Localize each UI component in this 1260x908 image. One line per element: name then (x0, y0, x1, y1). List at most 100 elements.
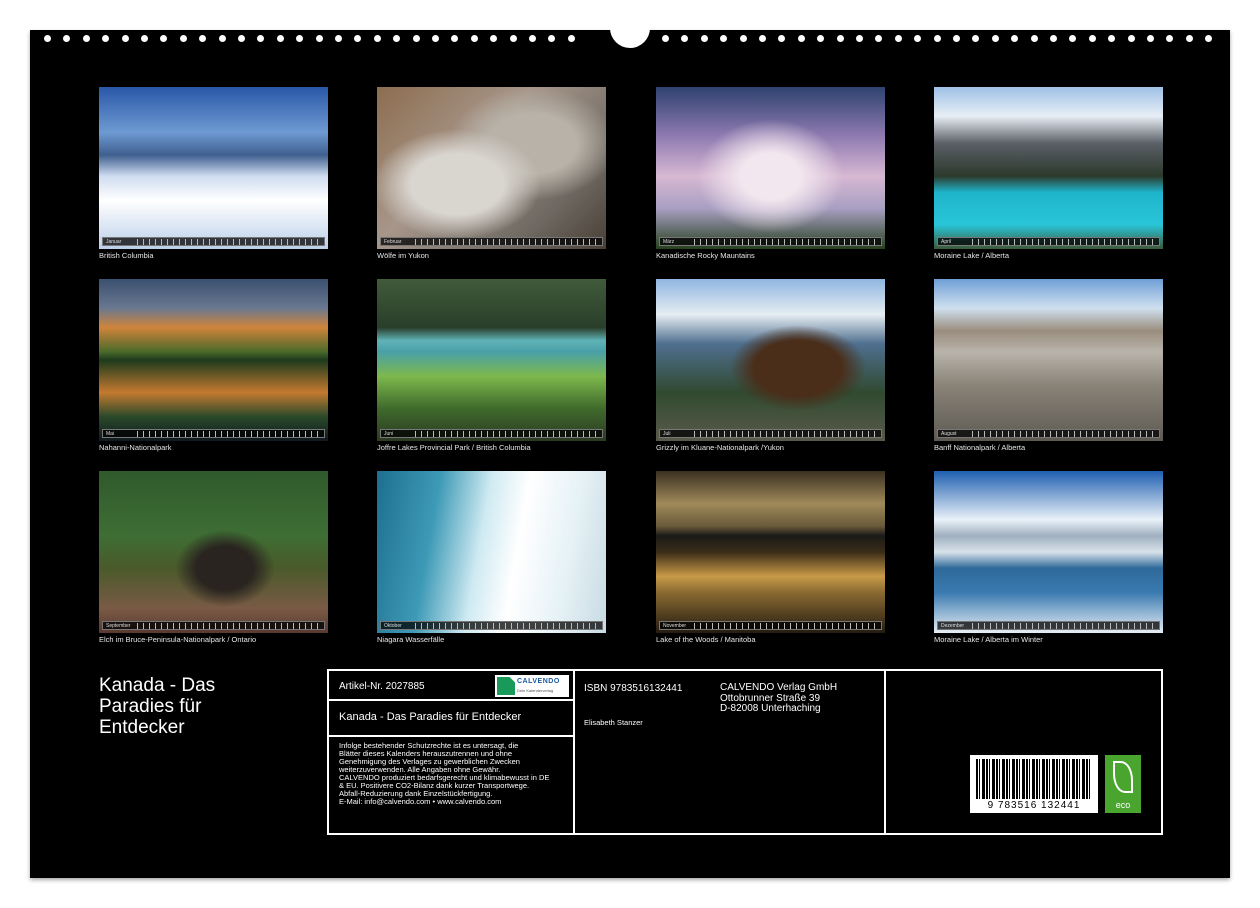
binding-hole (934, 35, 941, 42)
day-ticks (137, 239, 322, 245)
month-label: Dezember (941, 623, 965, 629)
photo-caption: Moraine Lake / Alberta im Winter (934, 635, 1043, 644)
panel-divider (329, 735, 573, 737)
barcode-bars (976, 759, 1092, 799)
binding-hole (122, 35, 129, 42)
panel-divider (573, 671, 575, 833)
photo-grizzly-bear: Juli (656, 279, 885, 441)
day-ticks (972, 239, 1157, 245)
month-strip: November (659, 621, 882, 630)
photo-green-lake: Juni (377, 279, 606, 441)
binding-hole (1147, 35, 1154, 42)
author: Elisabeth Stanzer (584, 718, 643, 727)
binding-hole (1031, 35, 1038, 42)
publisher-line: CALVENDO Verlag GmbH (720, 682, 838, 693)
binding-hole (914, 35, 921, 42)
binding-hole (1186, 35, 1193, 42)
calendar-title: Kanada - Das Paradies für Entdecker (99, 675, 299, 738)
month-strip: März (659, 237, 882, 246)
binding-hole (875, 35, 882, 42)
day-ticks (415, 431, 600, 437)
calendar-title-line: Kanada - Das (99, 675, 216, 696)
eco-label: eco (1115, 800, 1131, 810)
binding-hole (856, 35, 863, 42)
barcode-number: 9 783516 132441 (987, 800, 1081, 811)
photo-snow-forest: Januar (99, 87, 328, 249)
day-ticks (694, 239, 879, 245)
month-strip: Januar (102, 237, 325, 246)
month-label: November (663, 623, 687, 629)
binding-hole (44, 35, 51, 42)
binding-hole (451, 35, 458, 42)
binding-hole (393, 35, 400, 42)
calvendo-logo-word: CALVENDO (517, 678, 560, 685)
binding-hole (1089, 35, 1096, 42)
legal-line: E-Mail: info@calvendo.com • www.calvendo… (339, 797, 502, 806)
month-strip: September (102, 621, 325, 630)
photo-sunset-lake: November (656, 471, 885, 633)
binding-hole (972, 35, 979, 42)
leaf-icon (1113, 761, 1133, 793)
photo-waterfall: Oktober (377, 471, 606, 633)
binding-hole (160, 35, 167, 42)
binding-hole (471, 35, 478, 42)
binding-hole (1069, 35, 1076, 42)
isbn: ISBN 9783516132441 (584, 683, 683, 694)
photo-wolves: Februar (377, 87, 606, 249)
eco-badge: eco (1105, 755, 1141, 813)
isbn-barcode: 9 783516 132441 (970, 755, 1098, 813)
month-label: Mai (106, 431, 115, 437)
binding-hole (798, 35, 805, 42)
photo-caption: Lake of the Woods / Manitoba (656, 635, 756, 644)
article-number: Artikel-Nr. 2027885 (339, 681, 425, 692)
month-label: April (941, 239, 952, 245)
photo-caption: Grizzly im Kluane-Nationalpark /Yukon (656, 443, 784, 452)
binding-hole (63, 35, 70, 42)
binding-hole (1108, 35, 1115, 42)
binding-hole (568, 35, 575, 42)
day-ticks (694, 623, 879, 629)
month-label: Februar (384, 239, 402, 245)
binding-hole (413, 35, 420, 42)
binding-hole (1128, 35, 1135, 42)
publisher-line: D-82008 Unterhaching (720, 703, 821, 714)
day-ticks (694, 431, 879, 437)
calvendo-logo-icon (497, 677, 515, 695)
month-label: Juli (663, 431, 671, 437)
photo-turquoise-lake: April (934, 87, 1163, 249)
binding-hole (720, 35, 727, 42)
day-ticks (137, 623, 322, 629)
binding-hole (296, 35, 303, 42)
binding-hole (740, 35, 747, 42)
binding-hole (490, 35, 497, 42)
binding-hole (1050, 35, 1057, 42)
month-label: März (663, 239, 675, 245)
day-ticks (137, 431, 322, 437)
binding-hole (180, 35, 187, 42)
photo-rocky-shore: August (934, 279, 1163, 441)
photo-caption: Banff Nationalpark / Alberta (934, 443, 1026, 452)
month-label: Juni (384, 431, 394, 437)
binding-hole (199, 35, 206, 42)
calendar-back-sheet: Januar British Columbia Februar Wölfe im Yu… (30, 20, 1230, 878)
binding-hole (817, 35, 824, 42)
binding-hole (510, 35, 517, 42)
binding-hole (1205, 35, 1212, 42)
photo-moose: September (99, 471, 328, 633)
month-label: Oktober (384, 623, 402, 629)
binding-hole (759, 35, 766, 42)
month-strip: August (937, 429, 1160, 438)
binding-hole (837, 35, 844, 42)
photo-caption: Nahanni-Nationalpark (99, 443, 172, 452)
binding-hole (374, 35, 381, 42)
month-strip: Februar (380, 237, 603, 246)
day-ticks (415, 623, 600, 629)
photo-caption: Elch im Bruce-Peninsula-Nationalpark / O… (99, 635, 257, 644)
month-label: Januar (106, 239, 122, 245)
photo-caption: Moraine Lake / Alberta (934, 251, 1010, 260)
binding-hole (953, 35, 960, 42)
day-ticks (415, 239, 600, 245)
binding-hole (316, 35, 323, 42)
photo-caption: Wölfe im Yukon (377, 251, 429, 260)
month-strip: Mai (102, 429, 325, 438)
